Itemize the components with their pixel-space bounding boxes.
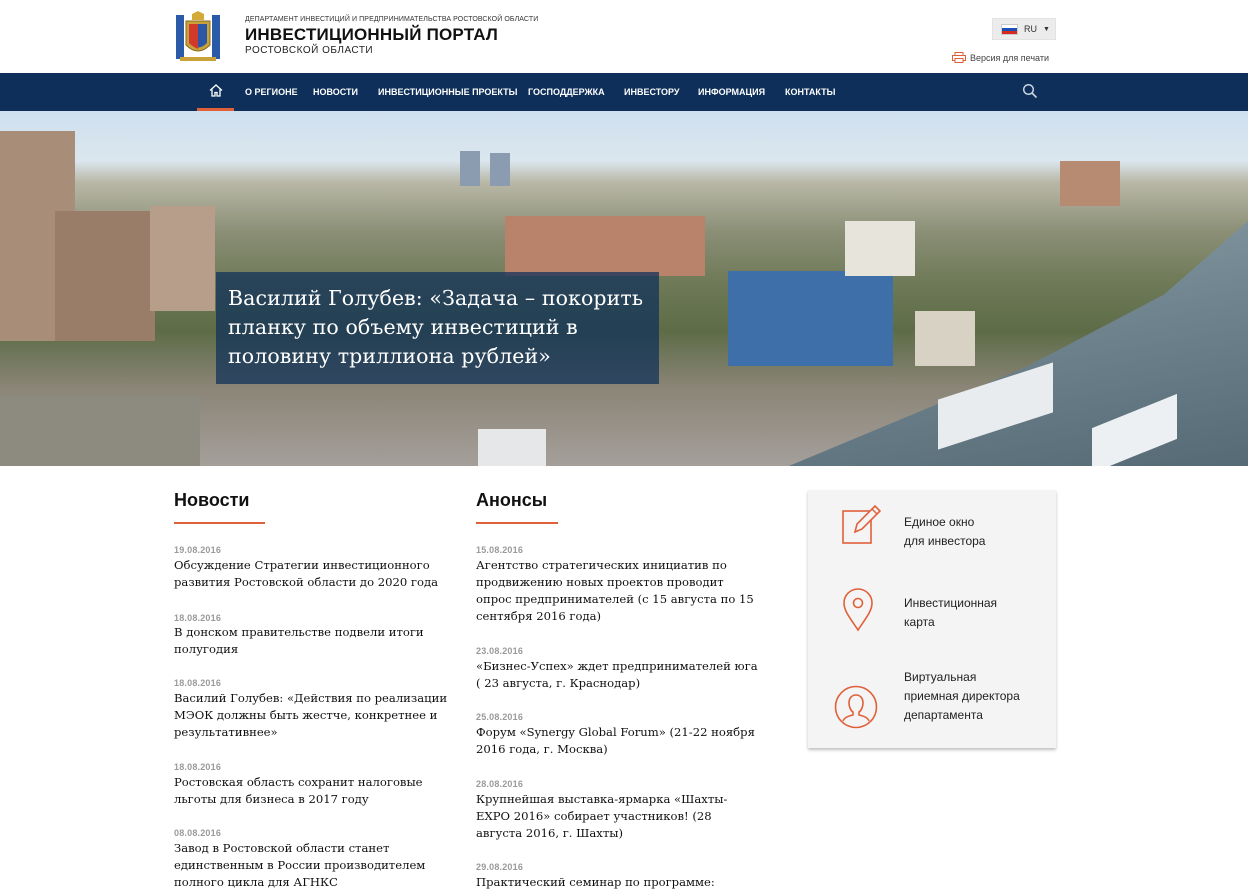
hero-building [915,311,975,366]
user-icon [834,685,878,729]
quick-link-single-window[interactable]: Единое окно для инвестора [808,490,1056,570]
quick-link-label: Единое окно для инвестора [904,513,985,551]
hero-building [845,221,915,276]
news-title-link[interactable]: Завод в Ростовской области станет единст… [174,840,444,891]
quick-link-virtual-reception[interactable]: Виртуальная приемная директора департаме… [808,652,1056,748]
quick-link-label-line: карта [904,615,935,629]
news-date: 18.08.2016 [174,613,222,623]
announcement-title-link[interactable]: Форум «Synergy Global Forum» (21-22 нояб… [476,724,761,758]
home-icon [209,84,222,97]
quick-link-label-line: Инвестиционная [904,596,998,610]
portal-title[interactable]: ИНВЕСТИЦИОННЫЙ ПОРТАЛ [245,25,498,45]
announcements-heading-underline [476,522,558,524]
news-heading-underline [174,522,265,524]
hero-square [0,396,200,466]
announcements-heading[interactable]: Анонсы [476,490,547,511]
news-date: 08.08.2016 [174,828,222,838]
news-date: 19.08.2016 [174,545,222,555]
hero-building [505,216,705,276]
nav-item-information[interactable]: ИНФОРМАЦИЯ [698,73,765,111]
quick-links-panel: Единое окно для инвестора Инвестиционная… [808,490,1056,748]
hero-building [150,206,215,311]
nav-item-state-support[interactable]: ГОСПОДДЕРЖКА [528,73,605,111]
announcement-title-link[interactable]: «Бизнес-Успех» ждет предпринимателей юга… [476,658,761,692]
quick-link-label-line: Виртуальная [904,670,977,684]
hero-building [55,211,155,341]
news-heading[interactable]: Новости [174,490,249,511]
nav-item-investor[interactable]: ИНВЕСТОРУ [624,73,680,111]
search-icon[interactable] [1022,83,1038,99]
nav-home-button[interactable] [197,73,234,111]
quick-link-label: Виртуальная приемная директора департаме… [904,668,1020,725]
edit-icon [842,504,881,544]
hero-caption[interactable]: Василий Голубев: «Задача – покорить план… [216,272,659,384]
print-version-label: Версия для печати [970,52,1050,63]
map-pin-icon [843,588,873,632]
announcement-date: 23.08.2016 [476,646,524,656]
nav-item-investment-projects[interactable]: ИНВЕСТИЦИОННЫЕ ПРОЕКТЫ [378,73,517,111]
hero-building [460,151,480,186]
printer-icon [952,52,966,63]
hero-building [1060,161,1120,206]
nav-item-news[interactable]: НОВОСТИ [313,73,358,111]
news-title-link[interactable]: Обсуждение Стратегии инвестиционного раз… [174,557,464,591]
hero-banner[interactable]: Василий Голубев: «Задача – покорить план… [0,111,1248,466]
department-name: Департамент инвестиций и предприниматель… [245,16,539,23]
news-title-link[interactable]: Ростовская область сохранит налоговые ль… [174,774,449,808]
news-title-link[interactable]: Василий Голубев: «Действия по реализации… [174,690,459,741]
news-title-link[interactable]: В донском правительстве подвели итоги по… [174,624,449,658]
portal-subtitle: РОСТОВСКОЙ ОБЛАСТИ [245,45,374,56]
quick-link-label-line: Единое окно [904,515,975,529]
quick-link-label-line: для инвестора [904,534,986,548]
quick-link-label: Инвестиционная карта [904,594,997,632]
announcement-date: 25.08.2016 [476,712,524,722]
announcement-title-link[interactable]: Крупнейшая выставка-ярмарка «Шахты-EXPO … [476,791,761,842]
caret-down-icon: ▼ [1043,25,1050,33]
announcement-title-link[interactable]: Агентство стратегических инициатив по пр… [476,557,761,625]
site-header: Департамент инвестиций и предприниматель… [0,0,1248,73]
hero-building [478,429,546,466]
quick-link-investment-map[interactable]: Инвестиционная карта [808,570,1056,652]
coat-of-arms-icon[interactable] [174,11,222,63]
nav-item-contacts[interactable]: КОНТАКТЫ [785,73,835,111]
nav-item-about-region[interactable]: О РЕГИОНЕ [245,73,298,111]
russian-flag-icon [1001,23,1018,35]
hero-building [728,271,893,366]
announcement-date: 29.08.2016 [476,862,524,872]
print-version-link[interactable]: Версия для печати [952,52,1049,63]
quick-link-label-line: приемная директора [904,689,1020,703]
announcement-date: 15.08.2016 [476,545,524,555]
news-date: 18.08.2016 [174,678,222,688]
hero-caption-text: Василий Голубев: «Задача – покорить план… [228,286,644,368]
main-navigation: О РЕГИОНЕ НОВОСТИ ИНВЕСТИЦИОННЫЕ ПРОЕКТЫ… [0,73,1248,111]
news-date: 18.08.2016 [174,762,222,772]
language-selector[interactable]: RU ▼ [992,18,1056,40]
announcement-title-link[interactable]: Практический семинар по программе: [476,874,761,891]
hero-building [490,153,510,186]
quick-link-label-line: департамента [904,708,983,722]
language-label: RU [1024,24,1037,34]
announcement-date: 28.08.2016 [476,779,524,789]
